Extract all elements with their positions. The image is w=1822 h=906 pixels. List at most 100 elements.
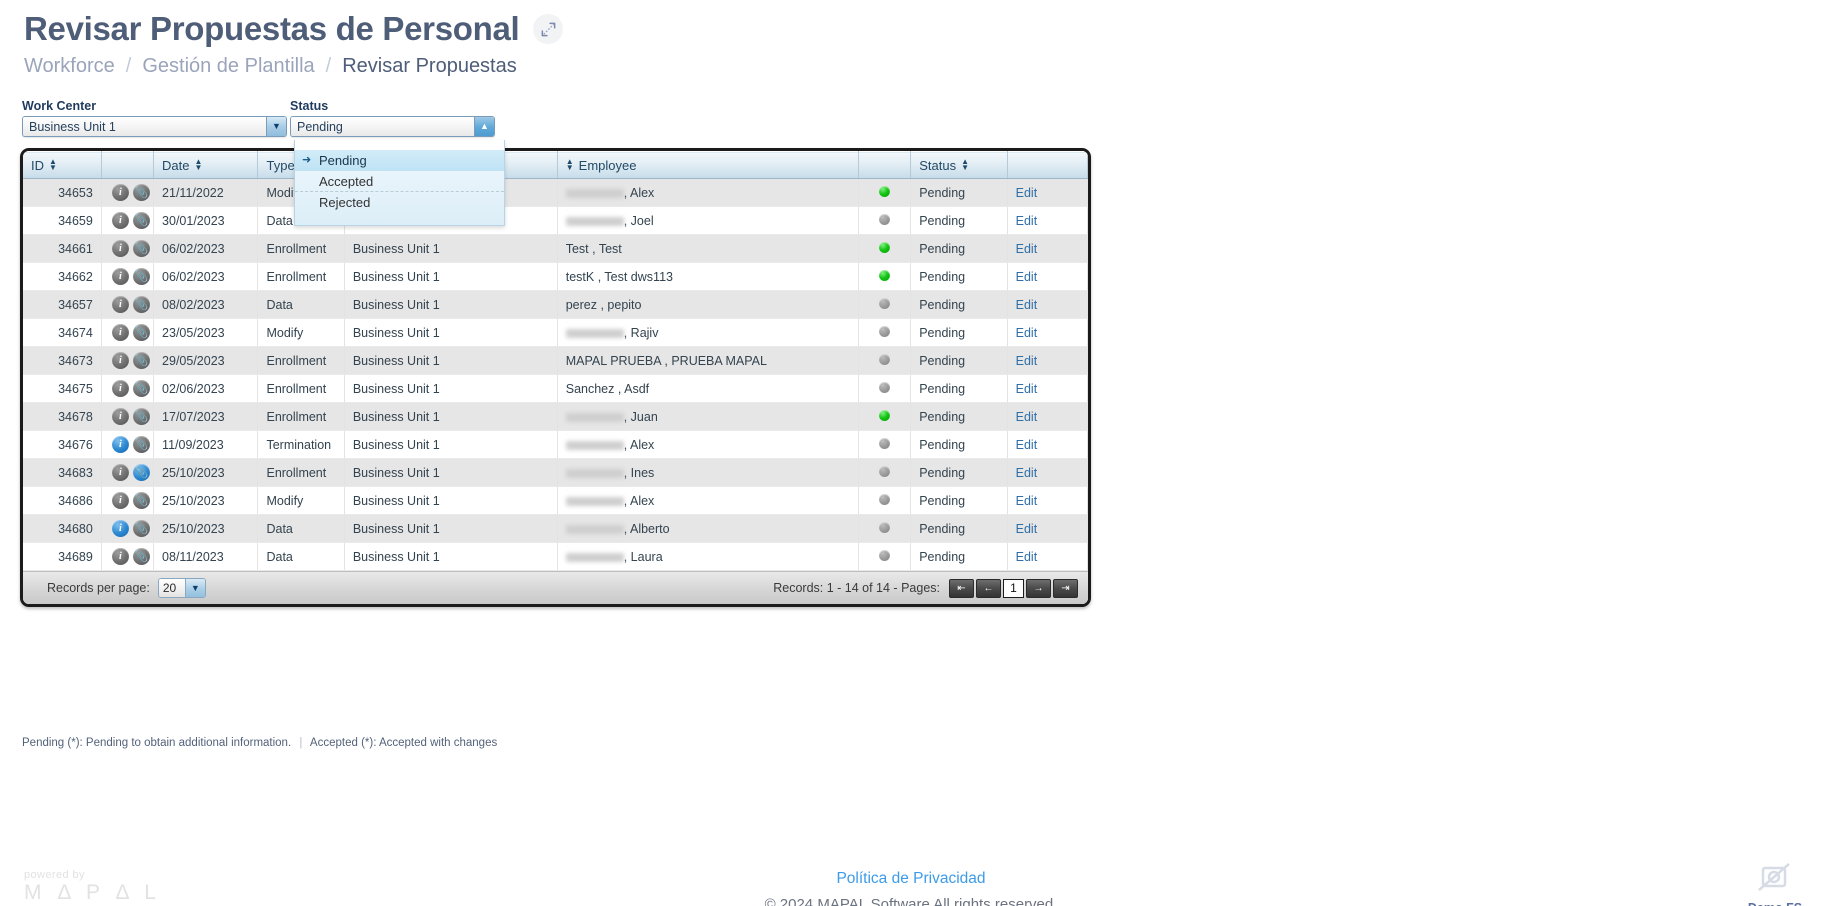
cell-edit[interactable]: Edit bbox=[1007, 206, 1088, 235]
cell-icons[interactable]: i 📎 bbox=[101, 514, 155, 543]
cell-edit[interactable]: Edit bbox=[1007, 318, 1088, 347]
cell-icons[interactable]: i 📎 bbox=[101, 486, 155, 515]
edit-link[interactable]: Edit bbox=[1016, 270, 1038, 284]
demo-fs-widget[interactable]: Demo FS bbox=[1742, 862, 1808, 906]
cell-icons[interactable]: i 📎 bbox=[101, 206, 155, 235]
cell-icons[interactable]: i 📎 bbox=[101, 374, 155, 403]
table-row[interactable]: 34675 i 📎 02/06/2023 Enrollment Business Unit… bbox=[23, 374, 1088, 403]
info-icon[interactable]: i bbox=[111, 464, 129, 481]
info-icon[interactable]: i bbox=[111, 212, 129, 229]
info-icon[interactable]: i bbox=[111, 492, 129, 509]
cell-icons[interactable]: i 📎 bbox=[101, 234, 155, 263]
attachment-icon[interactable]: 📎 bbox=[132, 520, 150, 537]
edit-link[interactable]: Edit bbox=[1016, 242, 1038, 256]
edit-link[interactable]: Edit bbox=[1016, 298, 1038, 312]
edit-link[interactable]: Edit bbox=[1016, 494, 1038, 508]
cell-icons[interactable]: i 📎 bbox=[101, 430, 155, 459]
records-per-page-select[interactable]: 20 ▼ bbox=[157, 578, 206, 598]
attachment-icon[interactable]: 📎 bbox=[132, 240, 150, 257]
cell-icons[interactable]: i 📎 bbox=[101, 290, 155, 319]
edit-link[interactable]: Edit bbox=[1016, 550, 1038, 564]
cell-edit[interactable]: Edit bbox=[1007, 458, 1088, 487]
cell-edit[interactable]: Edit bbox=[1007, 542, 1088, 571]
breadcrumb-item-workforce[interactable]: Workforce bbox=[24, 55, 115, 78]
sort-icon[interactable]: ▲ ▼ bbox=[566, 158, 574, 172]
attachment-icon[interactable]: 📎 bbox=[132, 380, 150, 397]
prev-page-button[interactable]: ← bbox=[976, 578, 1001, 598]
table-row[interactable]: 34674 i 📎 23/05/2023 Modify Business Unit 1, … bbox=[23, 318, 1088, 347]
attachment-icon[interactable]: 📎 bbox=[132, 324, 150, 341]
last-page-button[interactable]: ⇥ bbox=[1053, 578, 1078, 598]
cell-edit[interactable]: Edit bbox=[1007, 262, 1088, 291]
table-row[interactable]: 34673 i 📎 29/05/2023 Enrollment Business Unit… bbox=[23, 346, 1088, 375]
cell-icons[interactable]: i 📎 bbox=[101, 542, 155, 571]
cell-icons[interactable]: i 📎 bbox=[101, 346, 155, 375]
table-row[interactable]: 34686 i 📎 25/10/2023 Modify Business Unit 1, … bbox=[23, 486, 1088, 515]
info-icon[interactable]: i bbox=[111, 352, 129, 369]
chevron-down-icon[interactable]: ▼ bbox=[266, 117, 286, 136]
table-row[interactable]: 34653i📎21/11/2022ModifyBusiness Unit 1, … bbox=[23, 178, 1088, 207]
cell-edit[interactable]: Edit bbox=[1007, 290, 1088, 319]
edit-link[interactable]: Edit bbox=[1016, 522, 1038, 536]
cell-edit[interactable]: Edit bbox=[1007, 374, 1088, 403]
sort-icon[interactable]: ▲ ▼ bbox=[961, 158, 969, 172]
attachment-icon[interactable]: 📎 bbox=[132, 548, 150, 565]
edit-link[interactable]: Edit bbox=[1016, 186, 1038, 200]
column-header-id[interactable]: ID ▲ ▼ bbox=[23, 151, 102, 179]
sort-icon[interactable]: ▲ ▼ bbox=[49, 158, 57, 172]
breadcrumb-item-gestion-de-plantilla[interactable]: Gestión de Plantilla bbox=[142, 55, 314, 78]
info-icon[interactable]: i bbox=[111, 184, 129, 201]
edit-link[interactable]: Edit bbox=[1016, 382, 1038, 396]
table-row[interactable]: 34678 i 📎 17/07/2023 Enrollment Business Unit… bbox=[23, 402, 1088, 431]
cell-edit[interactable]: Edit bbox=[1007, 514, 1088, 543]
info-icon[interactable]: i bbox=[111, 436, 129, 453]
chevron-up-icon[interactable]: ▲ bbox=[474, 117, 494, 136]
expand-icon[interactable] bbox=[533, 14, 564, 44]
attachment-icon[interactable]: 📎 bbox=[132, 184, 150, 201]
column-header-employee[interactable]: ▲ ▼ Employee bbox=[557, 151, 860, 179]
status-option-pending[interactable]: Pending bbox=[295, 150, 504, 171]
table-row[interactable]: 34662 i 📎 06/02/2023 Enrollment Business Unit… bbox=[23, 262, 1088, 291]
info-icon[interactable]: i bbox=[111, 296, 129, 313]
attachment-icon[interactable]: 📎 bbox=[132, 352, 150, 369]
table-row[interactable]: 34657 i 📎 08/02/2023 Data Business Unit 1 pere… bbox=[23, 290, 1088, 319]
edit-link[interactable]: Edit bbox=[1016, 410, 1038, 424]
attachment-icon[interactable]: 📎 bbox=[132, 212, 150, 229]
edit-link[interactable]: Edit bbox=[1016, 326, 1038, 340]
table-row[interactable]: 34659i📎30/01/2023DataBusiness Unit 1, Jo… bbox=[23, 206, 1088, 235]
edit-link[interactable]: Edit bbox=[1016, 214, 1038, 228]
cell-edit[interactable]: Edit bbox=[1007, 346, 1088, 375]
edit-link[interactable]: Edit bbox=[1016, 354, 1038, 368]
status-select[interactable]: Pending ▲ bbox=[290, 116, 495, 137]
info-icon[interactable]: i bbox=[111, 408, 129, 425]
chevron-down-icon[interactable]: ▼ bbox=[184, 579, 205, 597]
cell-icons[interactable]: i 📎 bbox=[101, 178, 155, 207]
status-dropdown-menu[interactable]: PendingAcceptedRejected bbox=[294, 140, 505, 226]
cell-edit[interactable]: Edit bbox=[1007, 402, 1088, 431]
table-row[interactable]: 34661 i 📎 06/02/2023 Enrollment Business Unit… bbox=[23, 234, 1088, 263]
column-header-status[interactable]: Status ▲ ▼ bbox=[910, 151, 1008, 179]
table-row[interactable]: 34676 i 📎 11/09/2023 Termination Business Uni… bbox=[23, 430, 1088, 459]
info-icon[interactable]: i bbox=[111, 380, 129, 397]
next-page-button[interactable]: → bbox=[1026, 578, 1051, 598]
attachment-icon[interactable]: 📎 bbox=[132, 436, 150, 453]
info-icon[interactable]: i bbox=[111, 240, 129, 257]
cell-icons[interactable]: i 📎 bbox=[101, 402, 155, 431]
info-icon[interactable]: i bbox=[111, 520, 129, 537]
sort-icon[interactable]: ▲ ▼ bbox=[195, 158, 203, 172]
table-row[interactable]: 34680 i 📎 25/10/2023 Data Business Unit 1, Al… bbox=[23, 514, 1088, 543]
attachment-icon[interactable]: 📎 bbox=[132, 296, 150, 313]
cell-edit[interactable]: Edit bbox=[1007, 178, 1088, 207]
privacy-policy-link[interactable]: Política de Privacidad bbox=[836, 870, 985, 887]
edit-link[interactable]: Edit bbox=[1016, 438, 1038, 452]
info-icon[interactable]: i bbox=[111, 548, 129, 565]
attachment-icon[interactable]: 📎 bbox=[132, 408, 150, 425]
attachment-icon[interactable]: 📎 bbox=[132, 464, 150, 481]
info-icon[interactable]: i bbox=[111, 268, 129, 285]
table-row[interactable]: 34683 i 📎 25/10/2023 Enrollment Business Unit… bbox=[23, 458, 1088, 487]
cell-icons[interactable]: i 📎 bbox=[101, 458, 155, 487]
status-option-accepted[interactable]: Accepted bbox=[295, 171, 504, 192]
edit-link[interactable]: Edit bbox=[1016, 466, 1038, 480]
attachment-icon[interactable]: 📎 bbox=[132, 268, 150, 285]
attachment-icon[interactable]: 📎 bbox=[132, 492, 150, 509]
